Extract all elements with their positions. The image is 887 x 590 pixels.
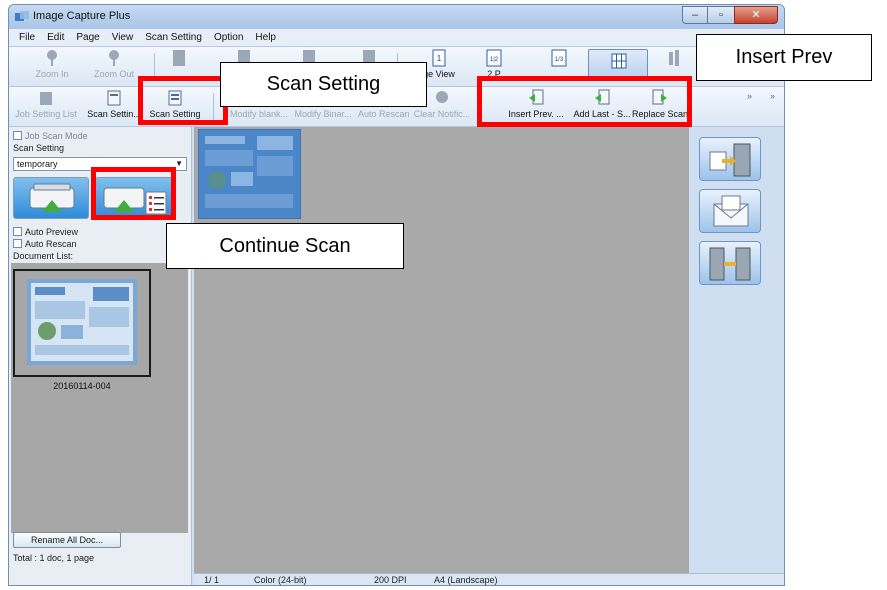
- page-thumbnail-selected[interactable]: [198, 129, 301, 219]
- status-paper-size: A4 (Landscape): [434, 575, 498, 585]
- bell-gray-icon: [436, 91, 448, 103]
- scan-setting-list-button[interactable]: Scan Settin...: [85, 89, 143, 125]
- page-preview-image: [201, 132, 298, 216]
- clear-notific-label: Clear Notific...: [413, 109, 471, 119]
- modify-blank-label: Modify blank...: [229, 109, 289, 119]
- list-gray-icon: [40, 92, 52, 105]
- svg-text:1|2: 1|2: [490, 57, 499, 63]
- page-thumbnail-area[interactable]: [194, 127, 689, 573]
- auto-rescan-label: Auto Rescan: [25, 239, 77, 249]
- document-preview-image: [27, 279, 137, 365]
- insert-prev-highlight: [477, 76, 692, 127]
- split-page-icon: [669, 50, 679, 66]
- auto-preview-checkbox[interactable]: Auto Preview: [13, 227, 78, 237]
- menu-help[interactable]: Help: [255, 32, 276, 43]
- scan-to-server-button[interactable]: [699, 241, 761, 285]
- scanner-icon: [29, 183, 75, 212]
- job-scan-mode-label: Job Scan Mode: [25, 131, 88, 141]
- job-scan-mode-checkbox[interactable]: Job Scan Mode: [13, 131, 88, 141]
- scan-setting-select-value: temporary: [17, 159, 58, 169]
- callout-continue-scan: Continue Scan: [166, 223, 404, 269]
- checkbox-icon: [13, 239, 22, 248]
- scan-setting-highlight: [138, 76, 228, 125]
- checkbox-icon: [13, 227, 22, 236]
- page-gray-icon: [173, 50, 185, 66]
- scan-setting-heading: Scan Setting: [13, 143, 65, 153]
- job-setting-list-label: Job Setting List: [15, 109, 77, 119]
- continue-scan-highlight: [91, 167, 176, 220]
- server-scan-icon: [709, 247, 751, 281]
- status-bar: 1/ 1 Color (24-bit) 200 DPI A4 (Landscap…: [194, 573, 784, 585]
- single-page-icon: 1: [432, 49, 446, 67]
- document-name: 20160114-004: [53, 381, 111, 391]
- window-controls: – ▫ ✕: [682, 6, 778, 24]
- document-thumbnail[interactable]: [13, 269, 151, 377]
- callout-scan-setting: Scan Setting: [220, 62, 427, 107]
- checkbox-icon: [13, 131, 22, 140]
- rename-all-documents-button[interactable]: Rename All Doc...: [13, 532, 121, 548]
- right-panel: [691, 127, 784, 585]
- grid-view-icon: [611, 53, 627, 69]
- auto-rescan-label: Auto Rescan: [358, 109, 410, 119]
- menu-edit[interactable]: Edit: [47, 32, 64, 43]
- three-page-icon: 1/3: [551, 49, 567, 67]
- title-bar[interactable]: Image Capture Plus – ▫ ✕: [9, 5, 784, 29]
- menu-file[interactable]: File: [19, 32, 35, 43]
- menu-scan-setting[interactable]: Scan Setting: [145, 32, 202, 43]
- scan-button[interactable]: [13, 177, 89, 219]
- zoom-in-label: Zoom In: [35, 69, 69, 79]
- status-page-count: 1/ 1: [204, 575, 220, 585]
- magnifier-plus-icon: [47, 50, 57, 66]
- two-page-icon: 1|2: [486, 49, 502, 67]
- scan-setting-list-icon: [107, 90, 121, 106]
- status-dpi: 200 DPI: [374, 575, 407, 585]
- svg-text:1: 1: [437, 54, 442, 63]
- auto-preview-label: Auto Preview: [25, 227, 79, 237]
- menu-bar: File Edit Page View Scan Setting Option …: [9, 29, 784, 47]
- maximize-button[interactable]: ▫: [708, 6, 734, 24]
- menu-page[interactable]: Page: [76, 32, 99, 43]
- svg-text:1/3: 1/3: [555, 57, 564, 63]
- document-list[interactable]: 20160114-004: [11, 263, 188, 533]
- menu-option[interactable]: Option: [214, 32, 243, 43]
- menu-view[interactable]: View: [112, 32, 134, 43]
- callout-insert-prev: Insert Prev: [696, 34, 872, 81]
- document-total: Total : 1 doc, 1 page: [13, 553, 95, 563]
- send-email-button[interactable]: [699, 189, 761, 233]
- job-setting-list-button[interactable]: Job Setting List: [11, 89, 81, 125]
- modify-binar-label: Modify Binar...: [294, 109, 352, 119]
- minimize-button[interactable]: –: [682, 6, 708, 24]
- auto-rescan-checkbox[interactable]: Auto Rescan: [13, 239, 77, 249]
- close-button[interactable]: ✕: [734, 6, 778, 24]
- zoom-in-button[interactable]: Zoom In: [29, 49, 75, 85]
- status-color-mode: Color (24-bit): [254, 575, 307, 585]
- zoom-out-button[interactable]: Zoom Out: [89, 49, 139, 85]
- dropdown-arrow-icon: ▼: [175, 159, 183, 168]
- document-list-label: Document List:: [13, 251, 74, 261]
- magnifier-minus-icon: [109, 50, 119, 66]
- server-transfer-icon: [709, 143, 751, 177]
- app-logo-icon: [15, 11, 29, 21]
- window-title: Image Capture Plus: [33, 10, 131, 22]
- scan-setting-list-label: Scan Settin...: [87, 109, 141, 119]
- zoom-out-label: Zoom Out: [93, 69, 134, 79]
- email-icon: [713, 195, 749, 227]
- toolbar-overflow-button-right[interactable]: »: [770, 91, 775, 101]
- toolbar-overflow-button[interactable]: »: [747, 91, 752, 101]
- send-to-server-button[interactable]: [699, 137, 761, 181]
